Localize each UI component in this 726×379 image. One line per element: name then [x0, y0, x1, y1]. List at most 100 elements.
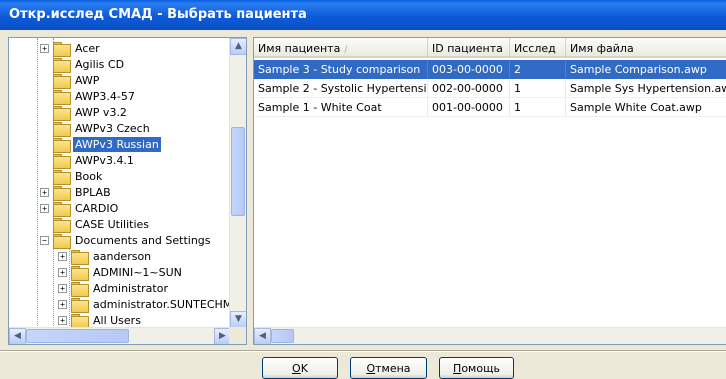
table-row[interactable]: Sample 1 - White Coat 001-00-0000 1 Sample … [254, 98, 726, 117]
tree-item[interactable]: AWP3.4-57 [40, 88, 137, 105]
tree-item-label: ADMINI~1~SUN [93, 265, 182, 279]
tree-horizontal-scroll-thumb[interactable] [26, 329, 130, 343]
table-cell: Sample 1 - White Coat [254, 98, 428, 117]
folder-icon [53, 89, 71, 105]
patient-list-header: Имя пациента / ID пациента Исслед Имя файла [254, 38, 726, 58]
tree-item-label: CASE Utilities [75, 217, 150, 231]
expand-icon[interactable]: + [58, 299, 67, 309]
tree-item-label: Book [75, 169, 103, 183]
column-header[interactable]: Имя файла [566, 38, 726, 58]
expand-icon[interactable]: + [40, 203, 49, 213]
expand-icon[interactable]: + [58, 315, 67, 325]
table-cell: 1 [510, 79, 566, 98]
table-cell: Sample Comparison.awp [566, 60, 726, 79]
tree-item[interactable]: + Acer [40, 40, 102, 57]
table-cell: 003-00-0000 [428, 60, 510, 79]
tree-item-label: AWPv3 Czech [75, 121, 150, 135]
table-cell: Sample White Coat.awp [566, 98, 726, 117]
table-cell: 002-00-0000 [428, 79, 510, 98]
tree-item[interactable]: + BPLAB [40, 184, 113, 201]
tree-item[interactable]: AWPv3.4.1 [40, 152, 136, 169]
tree-item-label: administrator.SUNTECHM [93, 297, 231, 311]
table-cell: Sample 3 - Study comparison [254, 60, 428, 79]
tree-item[interactable]: AWPv3 Czech [40, 120, 152, 137]
tree-item[interactable]: + Administrator [58, 280, 170, 297]
tree-item-label: Documents and Settings [75, 233, 211, 247]
tree-vertical-scrollbar[interactable]: ▲ ▼ [229, 38, 246, 328]
ok-button-accelerator: O [292, 362, 301, 375]
column-header-label: Исслед [514, 42, 556, 55]
scroll-left-icon[interactable]: ◀ [9, 328, 26, 344]
tree-item[interactable]: + CARDIO [40, 200, 120, 217]
collapse-icon[interactable]: − [40, 235, 49, 245]
sort-indicator-icon: / [344, 45, 348, 55]
folder-icon [53, 121, 71, 137]
folder-icon [53, 185, 71, 201]
tree-item-label: CARDIO [75, 201, 119, 215]
tree-item[interactable]: CASE Utilities [40, 216, 151, 233]
tree-item-label: Acer [75, 41, 100, 55]
table-row[interactable]: Sample 2 - Systolic Hypertension 002-00-0… [254, 79, 726, 98]
tree-guide-line [37, 38, 38, 328]
column-header-label: Имя пациента [258, 42, 341, 55]
table-cell: 001-00-0000 [428, 98, 510, 117]
table-row[interactable]: Sample 3 - Study comparison 003-00-0000 2 S… [254, 60, 726, 79]
folder-icon [53, 217, 71, 233]
expand-icon[interactable]: + [58, 283, 67, 293]
scroll-left-icon[interactable]: ◀ [254, 328, 271, 344]
column-header[interactable]: Исслед [510, 38, 566, 58]
tree-item-label: AWP v3.2 [75, 105, 127, 119]
tree-item[interactable]: + administrator.SUNTECHM [58, 296, 231, 313]
tree-item-label: aanderson [93, 249, 152, 263]
expand-icon[interactable]: + [58, 267, 67, 277]
column-header-label: ID пациента [432, 42, 503, 55]
tree-item-label: AWPv3.4.1 [75, 153, 134, 167]
tree-item[interactable]: Book [40, 168, 104, 185]
expand-icon[interactable]: + [40, 43, 49, 53]
folder-icon [71, 313, 89, 328]
list-horizontal-scrollbar[interactable]: ◀ [254, 327, 726, 344]
tree-horizontal-scrollbar[interactable]: ◀ ▶ [9, 327, 231, 344]
tree-item-label: AWPv3 Russian [73, 136, 161, 152]
column-header[interactable]: Имя пациента / [254, 38, 428, 58]
folder-icon [53, 73, 71, 89]
expand-icon[interactable]: + [40, 187, 49, 197]
window-title: Откр.исслед СМАД - Выбрать пациента [0, 0, 726, 30]
cancel-button[interactable]: Отмена [350, 357, 427, 379]
help-button[interactable]: Помощь [439, 357, 514, 379]
tree-vertical-scroll-thumb[interactable] [231, 126, 245, 217]
tree-item[interactable]: AWP [40, 72, 101, 89]
tree-item[interactable]: − Documents and Settings [40, 232, 213, 249]
scroll-up-icon[interactable]: ▲ [230, 38, 246, 55]
tree-item[interactable]: + aanderson [58, 248, 153, 265]
folder-icon [71, 249, 89, 265]
scrollbar-corner [229, 327, 246, 344]
folder-icon [53, 233, 71, 249]
cancel-button-label: тмена [375, 362, 411, 375]
tree-item[interactable]: Agilis CD [40, 56, 126, 73]
tree-item-label: BPLAB [75, 185, 111, 199]
tree-item[interactable]: AWPv3 Russian [40, 136, 161, 153]
folder-icon [71, 281, 89, 297]
folder-icon [53, 137, 71, 153]
tree-item[interactable]: AWP v3.2 [40, 104, 129, 121]
patient-list[interactable]: Имя пациента / ID пациента Исслед Имя файла … [253, 37, 726, 345]
folder-icon [71, 265, 89, 281]
folder-icon [53, 105, 71, 121]
folder-icon [53, 201, 71, 217]
table-cell: Sample Sys Hypertension.awp [566, 79, 726, 98]
scroll-down-icon[interactable]: ▼ [230, 311, 246, 328]
help-button-label: омощь [461, 362, 500, 375]
expand-icon[interactable]: + [58, 251, 67, 261]
list-horizontal-scroll-thumb[interactable] [271, 329, 294, 343]
tree-item[interactable]: + All Users [58, 312, 143, 328]
folder-tree[interactable]: + Acer Agilis CD AWP AWP3.4-57 AWP v3.2 AWPv3 … [8, 37, 247, 345]
tree-item[interactable]: + ADMINI~1~SUN [58, 264, 184, 281]
column-header[interactable]: ID пациента [428, 38, 510, 58]
column-header-label: Имя файла [570, 42, 634, 55]
table-cell: 2 [510, 60, 566, 79]
ok-button[interactable]: OK [262, 357, 338, 379]
table-cell: Sample 2 - Systolic Hypertension [254, 79, 428, 98]
folder-icon [53, 41, 71, 57]
folder-icon [53, 57, 71, 73]
